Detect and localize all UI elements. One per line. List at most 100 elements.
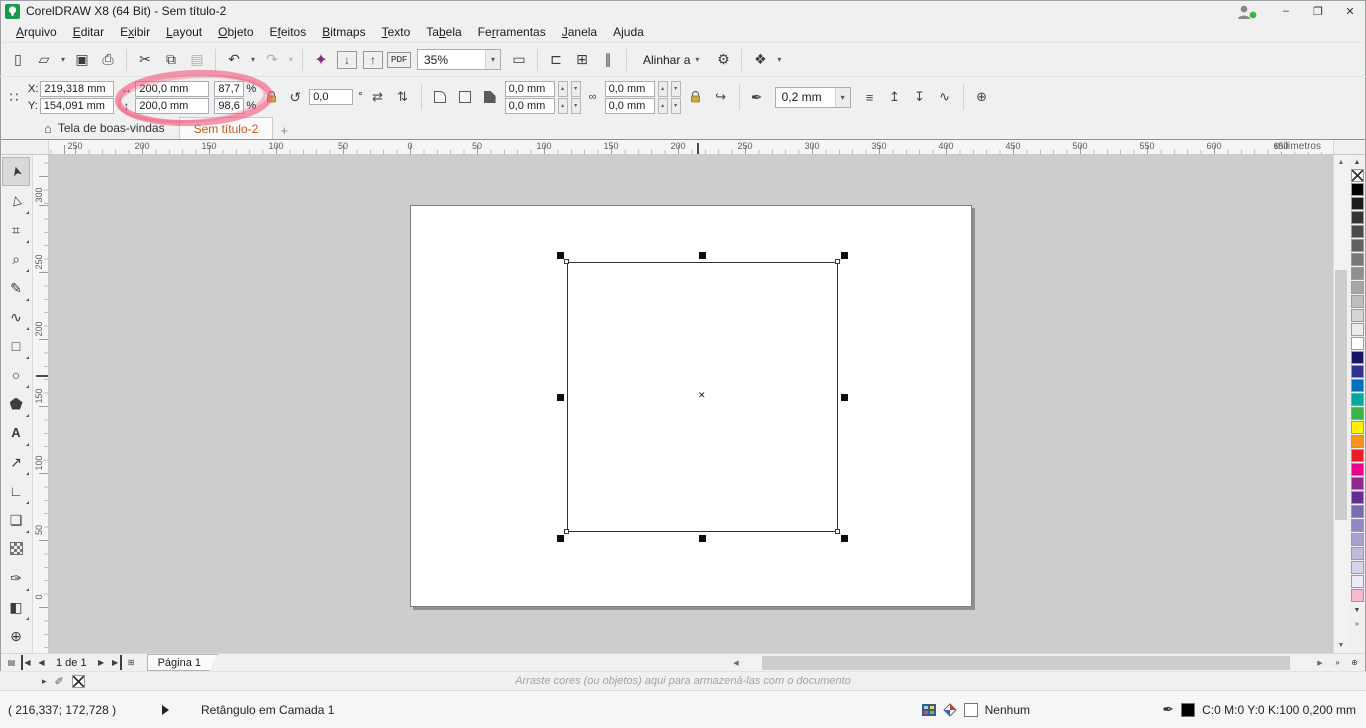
new-document-button[interactable]: ▯ xyxy=(6,48,30,72)
scroll-down-button[interactable]: ▼ xyxy=(1334,638,1348,653)
scroll-left-button[interactable]: ◀ xyxy=(728,655,744,671)
next-page-button[interactable]: ▶ xyxy=(94,655,109,670)
palette-swatch[interactable] xyxy=(1350,225,1364,238)
outline-color-swatch[interactable] xyxy=(1181,702,1196,717)
convert-to-curves-button[interactable]: ∿ xyxy=(935,87,955,107)
corner-radius-bottom-right-field[interactable]: 0,0 mm xyxy=(604,97,655,114)
menu-ajuda[interactable]: Ajuda xyxy=(605,23,652,41)
palette-swatch[interactable] xyxy=(1350,239,1364,252)
wrap-text-button[interactable]: ≡ xyxy=(860,87,880,107)
page-list-button[interactable]: ▤ xyxy=(4,655,19,670)
scroll-right-button[interactable]: ▶ xyxy=(1312,655,1328,671)
palette-swatch[interactable] xyxy=(1350,365,1364,378)
add-tools-button[interactable]: ⊕ xyxy=(2,621,30,650)
palette-swatch[interactable] xyxy=(1350,533,1364,546)
tab-document[interactable]: Sem título-2 xyxy=(178,117,274,139)
copy-button[interactable]: ⧉ xyxy=(159,48,183,72)
pick-tool[interactable]: ➤ xyxy=(2,157,30,186)
corner-node-nw[interactable] xyxy=(564,259,569,264)
application-launcher-button[interactable]: ❖ xyxy=(748,48,772,72)
horizontal-scroll-thumb[interactable] xyxy=(762,655,1290,670)
zoom-level-combo[interactable]: 35% ▾ xyxy=(417,49,501,70)
palette-swatch[interactable] xyxy=(1350,561,1364,574)
palette-swatch[interactable] xyxy=(1350,281,1364,294)
palette-swatch[interactable] xyxy=(1350,183,1364,196)
menu-ferramentas[interactable]: Ferramentas xyxy=(470,23,554,41)
scalloped-corner-button[interactable] xyxy=(455,87,475,107)
spin-down-button[interactable]: ▾ xyxy=(670,97,681,114)
mirror-vertical-button[interactable]: ⇅ xyxy=(393,87,413,107)
scale-width-field[interactable]: 87,7 xyxy=(214,80,245,97)
first-page-button[interactable]: ◀ xyxy=(21,655,32,670)
palette-swatch[interactable] xyxy=(1350,519,1364,532)
tab-welcome[interactable]: ⌂ Tela de boas-vindas xyxy=(30,117,179,139)
menu-bitmaps[interactable]: Bitmaps xyxy=(314,23,373,41)
last-page-button[interactable]: ▶ xyxy=(111,655,122,670)
horizontal-ruler[interactable]: milímetros 250 200 150 100 50 0 50 100 150 200 250… xyxy=(49,140,1333,154)
corner-node-ne[interactable] xyxy=(835,259,840,264)
zoom-level-combo-arrow-icon[interactable]: ▾ xyxy=(485,50,500,69)
no-color-swatch[interactable] xyxy=(1350,169,1364,182)
lock-ratio-button[interactable] xyxy=(261,87,281,107)
rectangle-tool[interactable]: □ xyxy=(2,331,30,360)
fullscreen-preview-button[interactable]: ▭ xyxy=(507,48,531,72)
menu-editar[interactable]: Editar xyxy=(65,23,112,41)
horizontal-scroll-track[interactable] xyxy=(744,654,1312,671)
show-guidelines-button[interactable]: ∥ xyxy=(596,48,620,72)
canvas[interactable]: ✕ xyxy=(49,155,1333,653)
redo-button-dropdown[interactable]: ▾ xyxy=(286,55,296,64)
vertical-scroll-thumb[interactable] xyxy=(1335,270,1347,520)
spin-down-button[interactable]: ▾ xyxy=(670,80,681,97)
relative-corner-button[interactable]: ↪ xyxy=(711,87,731,107)
print-button[interactable]: ⎙ xyxy=(96,48,120,72)
horizontal-scrollbar[interactable]: ◀ ▶ xyxy=(728,654,1328,671)
link-corners-button[interactable]: ∞ xyxy=(586,87,600,107)
new-tab-button[interactable]: + xyxy=(275,121,293,139)
chamfered-corner-button[interactable] xyxy=(480,87,500,107)
spin-up-button[interactable]: ▴ xyxy=(657,97,668,114)
palette-expand-button[interactable]: » xyxy=(1348,617,1366,631)
selection-handle-ne[interactable] xyxy=(841,252,848,259)
snap-to-dropdown-arrow-icon[interactable]: ▾ xyxy=(695,55,699,64)
previous-page-button[interactable]: ◀ xyxy=(34,655,49,670)
customize-add-button[interactable]: ⊕ xyxy=(972,87,992,107)
color-eyedropper-tool[interactable]: ✑ xyxy=(2,563,30,592)
show-grid-button[interactable]: ⊞ xyxy=(570,48,594,72)
vertical-scrollbar[interactable]: ▲ ▼ xyxy=(1333,155,1348,653)
document-palette-empty-swatch[interactable] xyxy=(71,674,85,688)
save-button[interactable]: ▣ xyxy=(70,48,94,72)
palette-swatch[interactable] xyxy=(1350,491,1364,504)
zoom-tool[interactable]: ⌕ xyxy=(2,244,30,273)
search-content-button[interactable]: ✦ xyxy=(309,48,333,72)
palette-swatch[interactable] xyxy=(1350,575,1364,588)
connector-tool[interactable]: ∟ xyxy=(2,476,30,505)
scroll-up-button[interactable]: ▲ xyxy=(1334,155,1348,170)
vertical-scroll-track[interactable] xyxy=(1334,170,1348,638)
zoom-fit-button[interactable]: ⊕ xyxy=(1347,655,1362,670)
dropdown-arrow-icon[interactable]: ▾ xyxy=(834,87,850,107)
palette-swatch[interactable] xyxy=(1350,309,1364,322)
palette-swatch[interactable] xyxy=(1350,589,1364,602)
palette-scroll-up-button[interactable]: ▲ xyxy=(1348,155,1366,169)
selection-center-marker[interactable]: ✕ xyxy=(698,391,706,400)
x-position-field[interactable]: 219,318 mm xyxy=(40,80,115,97)
object-width-field[interactable]: 200,0 mm xyxy=(135,80,210,97)
object-height-field[interactable]: 200,0 mm xyxy=(135,97,210,114)
palette-swatch[interactable] xyxy=(1350,435,1364,448)
palette-swatch[interactable] xyxy=(1350,197,1364,210)
corner-radius-bottom-left-field[interactable]: 0,0 mm xyxy=(504,97,555,114)
palette-swatch[interactable] xyxy=(1350,211,1364,224)
page-tab[interactable]: Página 1 xyxy=(147,654,218,671)
close-button[interactable]: ✕ xyxy=(1334,0,1366,22)
drop-shadow-tool[interactable]: ❏ xyxy=(2,505,30,534)
expand-button[interactable]: » xyxy=(1330,655,1345,670)
color-settings-icon[interactable] xyxy=(921,703,936,716)
open-document-button[interactable]: ▱ xyxy=(32,48,56,72)
palette-swatch[interactable] xyxy=(1350,337,1364,350)
palette-swatch[interactable] xyxy=(1350,463,1364,476)
ellipse-tool[interactable]: ○ xyxy=(2,360,30,389)
restore-button[interactable]: ❐ xyxy=(1302,0,1334,22)
spin-up-button[interactable]: ▴ xyxy=(557,97,568,114)
palette-swatch[interactable] xyxy=(1350,267,1364,280)
menu-tabela[interactable]: Tabela xyxy=(418,23,469,41)
